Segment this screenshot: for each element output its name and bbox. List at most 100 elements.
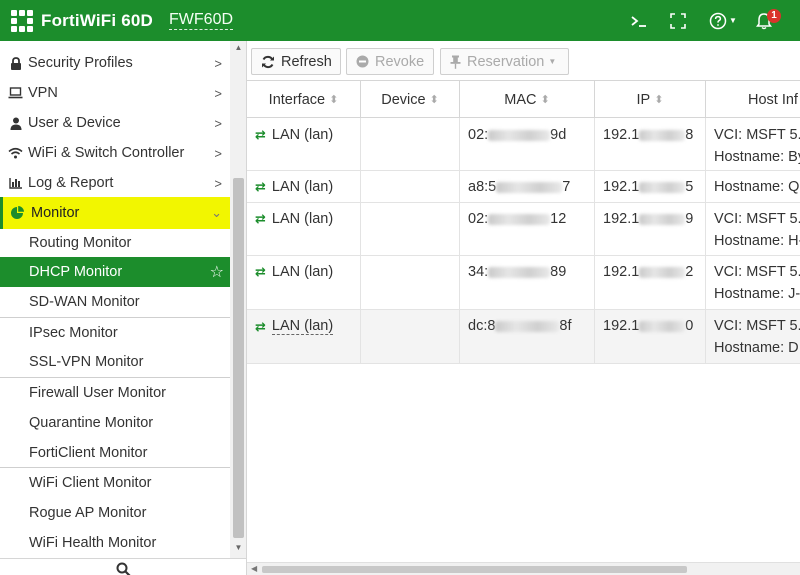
- table-row[interactable]: ⇄LAN (lan) 02:12 192.19 VCI: MSFT 5.0 Ho…: [247, 203, 800, 256]
- fortinet-logo[interactable]: FortiWiFi 60D: [11, 9, 153, 32]
- interface-value: LAN (lan): [271, 264, 334, 280]
- redacted-blur: [496, 181, 563, 193]
- host-info-line: VCI: MSFT 5.0: [714, 127, 800, 143]
- fortinet-logo-icon: [11, 9, 33, 32]
- pie-chart-icon: [3, 206, 31, 220]
- sidebar-subitem-label: WiFi Health Monitor: [29, 535, 157, 551]
- sidebar-scrollbar[interactable]: ▲ ▼: [230, 41, 246, 558]
- revoke-button[interactable]: Revoke: [346, 48, 434, 75]
- favorite-star-icon[interactable]: ☆: [210, 262, 224, 282]
- sidebar-subitem-dhcp-monitor[interactable]: DHCP Monitor ☆: [0, 257, 230, 287]
- table-horizontal-scrollbar[interactable]: ◀: [247, 562, 800, 575]
- shuffle-icon: ⇄: [255, 127, 266, 142]
- interface-cell: ⇄ LAN (lan): [247, 171, 361, 202]
- sidebar-search-button[interactable]: [0, 558, 246, 575]
- mac-prefix: 02:: [468, 127, 489, 143]
- interface-cell: ⇄ LAN (lan): [247, 118, 361, 170]
- column-header-interface[interactable]: Interface ⬍: [247, 81, 361, 118]
- sidebar-subitem-label: DHCP Monitor: [29, 264, 123, 280]
- refresh-icon: [261, 55, 275, 69]
- interface-value: LAN (lan): [271, 127, 334, 143]
- reservation-dropdown[interactable]: Reservation ▼: [440, 48, 569, 75]
- host-info-cell: VCI: MSFT 5.0 Hostname: By: [706, 118, 800, 170]
- scroll-down-arrow-icon[interactable]: ▼: [230, 543, 246, 552]
- reservation-label: Reservation: [467, 53, 545, 70]
- hostname-link[interactable]: FWF60D: [169, 11, 234, 30]
- column-label: Device: [381, 91, 426, 108]
- chevron-down-icon: ▼: [729, 16, 737, 25]
- shuffle-icon: ⇄: [255, 264, 266, 279]
- sidebar-subitem-firewall-user-monitor[interactable]: Firewall User Monitor: [0, 378, 230, 408]
- sidebar-scroll-thumb[interactable]: [233, 178, 244, 538]
- sidebar-subitem-label: WiFi Client Monitor: [29, 475, 152, 491]
- sidebar-subitem-label: FortiClient Monitor: [29, 445, 148, 461]
- column-label: Host Inf: [748, 91, 798, 108]
- user-icon: [0, 117, 28, 130]
- device-cell: [361, 171, 460, 202]
- host-info-line: VCI: MSFT 5.0: [714, 211, 800, 227]
- sidebar-item-log-report[interactable]: Log & Report >: [0, 168, 230, 198]
- refresh-button[interactable]: Refresh: [251, 48, 341, 75]
- sidebar-subitem-label: SD-WAN Monitor: [29, 294, 140, 310]
- mac-suffix: 8f: [559, 318, 572, 334]
- column-header-mac[interactable]: MAC ⬍: [460, 81, 595, 118]
- ip-suffix: 9: [685, 211, 694, 227]
- scroll-left-arrow-icon[interactable]: ◀: [251, 564, 257, 573]
- redacted-blur: [639, 320, 686, 332]
- shuffle-icon: ⇄: [255, 318, 266, 334]
- help-icon[interactable]: ▼: [709, 12, 741, 30]
- sidebar-item-wifi-switch[interactable]: WiFi & Switch Controller >: [0, 138, 230, 168]
- sidebar-item-security-profiles[interactable]: Security Profiles >: [0, 48, 230, 78]
- host-info-line: Hostname: H-: [714, 233, 800, 249]
- sidebar-subitem-sslvpn-monitor[interactable]: SSL-VPN Monitor: [0, 347, 230, 377]
- device-cell: [361, 310, 460, 363]
- table-row[interactable]: ⇄LAN (lan) 34:89 192.12 VCI: MSFT 5.0 Ho…: [247, 256, 800, 310]
- sort-icon: ⬍: [540, 94, 550, 106]
- interface-cell: ⇄ LAN (lan): [247, 256, 361, 309]
- mac-prefix: 02:: [468, 211, 489, 227]
- table-row[interactable]: ⇄LAN (lan) 02:9d 192.18 VCI: MSFT 5.0 Ho…: [247, 118, 800, 171]
- interface-value[interactable]: LAN (lan): [271, 318, 334, 335]
- host-info-line: Hostname: By: [714, 149, 800, 165]
- sidebar-subitem-routing-monitor[interactable]: Routing Monitor: [0, 228, 230, 258]
- sidebar-subitem-rogue-ap-monitor[interactable]: Rogue AP Monitor: [0, 498, 230, 528]
- top-bar: FortiWiFi 60D FWF60D ▼ 1: [0, 0, 800, 41]
- redacted-blur: [639, 266, 686, 278]
- device-cell: [361, 203, 460, 255]
- table-row[interactable]: ⇄ LAN (lan) a8:5 7 192.1 5 Hostname: Q: [247, 171, 800, 203]
- sidebar-subitem-wifi-client-monitor[interactable]: WiFi Client Monitor: [0, 468, 230, 498]
- sidebar-subitem-sdwan-monitor[interactable]: SD-WAN Monitor: [0, 287, 230, 317]
- ip-cell: 192.1 9: [595, 203, 706, 255]
- ip-suffix: 2: [685, 264, 694, 280]
- laptop-icon: [0, 87, 28, 99]
- sidebar-subitem-forticlient-monitor[interactable]: FortiClient Monitor: [0, 438, 230, 468]
- scroll-up-arrow-icon[interactable]: ▲: [230, 43, 246, 52]
- redacted-blur: [488, 266, 551, 278]
- device-cell: [361, 118, 460, 170]
- column-header-device[interactable]: Device ⬍: [361, 81, 460, 118]
- table-scroll-thumb[interactable]: [262, 566, 687, 573]
- sidebar-subitem-quarantine-monitor[interactable]: Quarantine Monitor: [0, 408, 230, 438]
- mac-cell: dc:8 8f: [460, 310, 595, 363]
- host-info-line: Hostname: J-: [714, 286, 800, 302]
- sidebar-subitem-wifi-health-monitor[interactable]: WiFi Health Monitor: [0, 528, 230, 558]
- redacted-blur: [488, 129, 551, 141]
- table-row[interactable]: ⇄LAN (lan) dc:88f 192.10 VCI: MSFT 5.0 H…: [247, 310, 800, 364]
- device-cell: [361, 256, 460, 309]
- sort-icon: ⬍: [429, 94, 439, 106]
- fullscreen-icon[interactable]: [670, 12, 688, 29]
- cli-console-icon[interactable]: [630, 14, 648, 28]
- toolbar: Refresh Revoke Reservation ▼: [247, 41, 800, 79]
- sidebar-item-vpn[interactable]: VPN >: [0, 78, 230, 108]
- notification-bell-icon[interactable]: 1: [756, 8, 786, 30]
- sidebar-item-label: User & Device: [28, 115, 121, 131]
- sidebar-item-monitor[interactable]: Monitor ⌄: [0, 197, 230, 229]
- column-header-host-info[interactable]: Host Inf: [706, 81, 800, 118]
- sidebar-subitem-ipsec-monitor[interactable]: IPsec Monitor: [0, 318, 230, 348]
- column-header-ip[interactable]: IP ⬍: [595, 81, 706, 118]
- column-label: MAC: [504, 91, 537, 108]
- pin-icon: [450, 55, 461, 69]
- ip-prefix: 192.1: [603, 179, 640, 195]
- ip-prefix: 192.1: [603, 211, 640, 227]
- sidebar-item-user-device[interactable]: User & Device >: [0, 108, 230, 138]
